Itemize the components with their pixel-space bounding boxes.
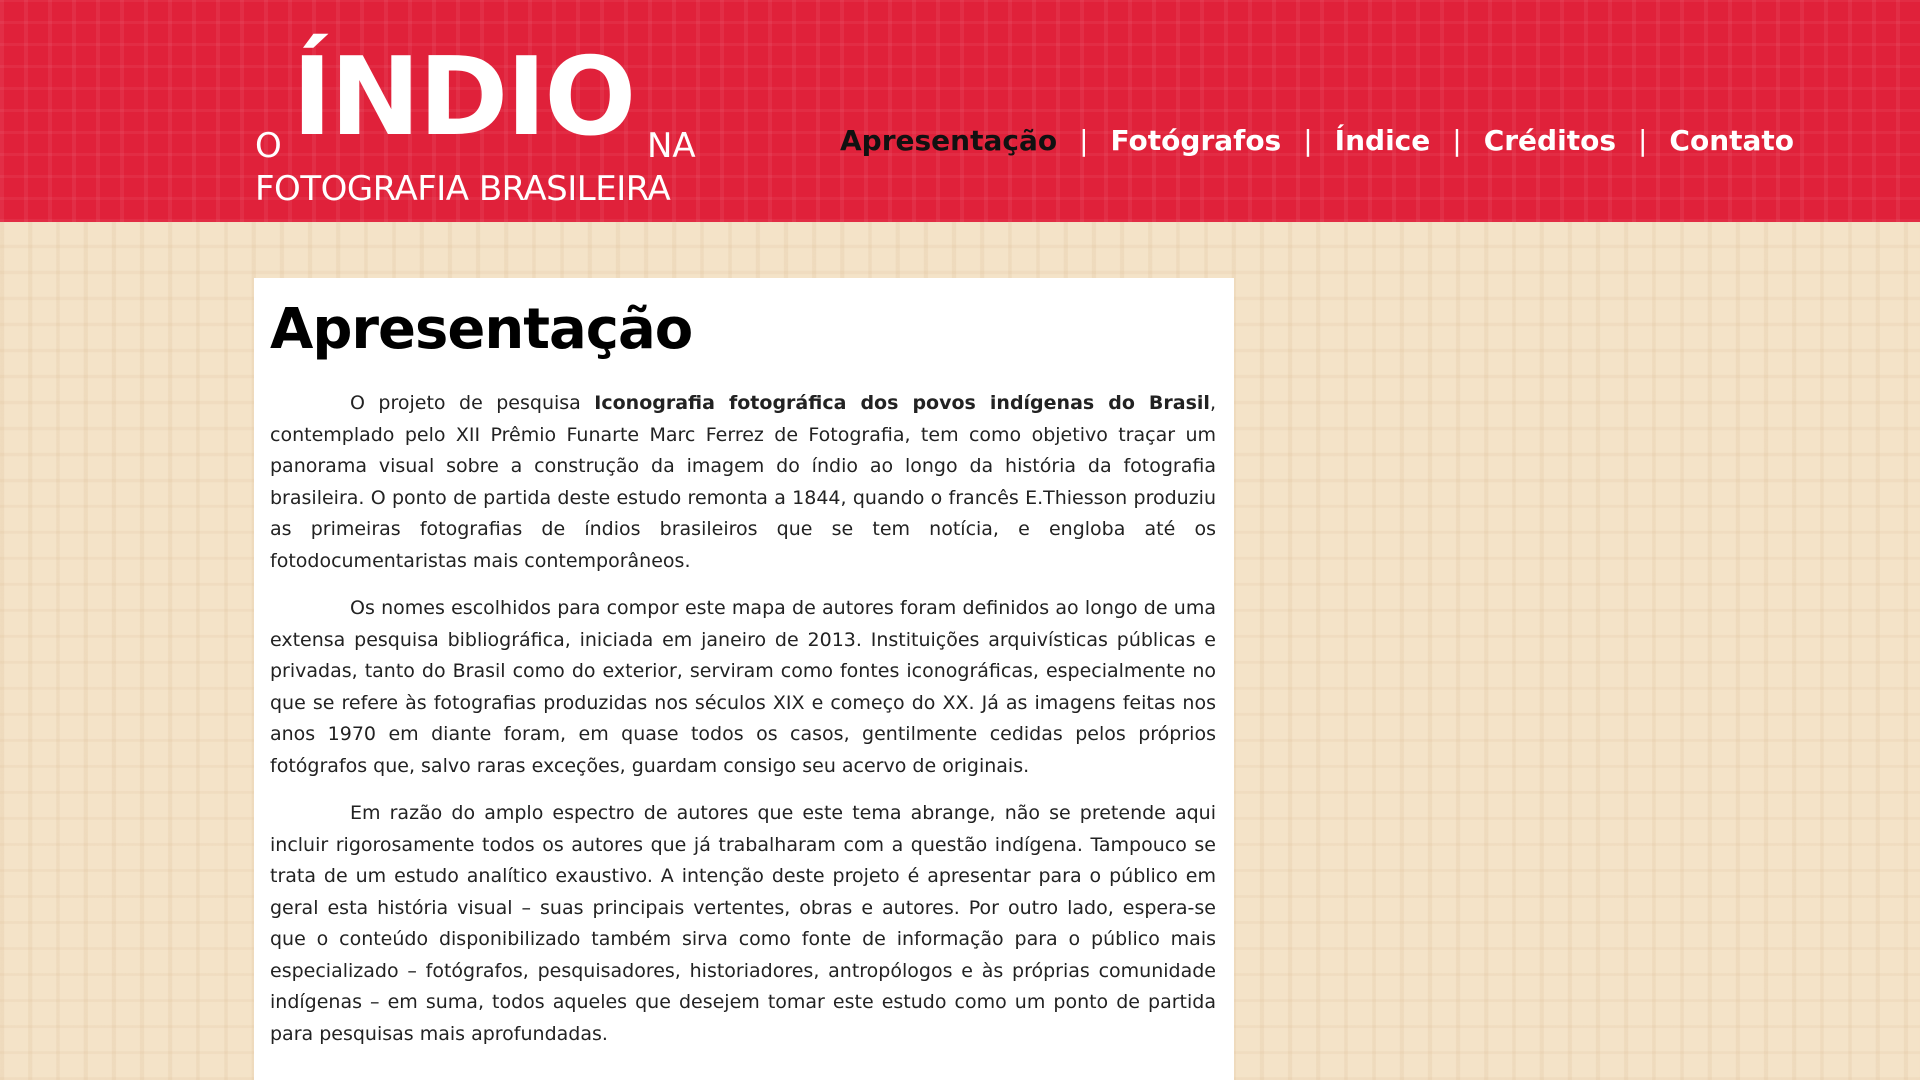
site-header: O ÍNDIO NA FOTOGRAFIA BRASILEIRA Apresen… <box>0 0 1920 222</box>
nav-link-fotografos[interactable]: Fotógrafos <box>1111 124 1282 157</box>
logo-word-na: NA <box>647 126 696 166</box>
logo-word-indio: ÍNDIO <box>292 35 636 160</box>
paragraph-intro-start: O projeto de pesquisa <box>350 392 595 414</box>
paragraph-scope: Em razão do amplo espectro de autores qu… <box>270 802 1216 1045</box>
site-logo[interactable]: O ÍNDIO NA FOTOGRAFIA BRASILEIRA <box>252 24 712 207</box>
nav-link-contato[interactable]: Contato <box>1669 124 1794 157</box>
logo-subtitle: FOTOGRAFIA BRASILEIRA <box>255 169 671 209</box>
nav-link-creditos[interactable]: Créditos <box>1484 124 1616 157</box>
nav-link-indice[interactable]: Índice <box>1335 124 1431 157</box>
paragraph-intro-rest: , contemplado pelo XII Prêmio Funarte Ma… <box>270 392 1216 572</box>
nav-separator: | <box>1452 124 1462 157</box>
main-nav: Apresentação | Fotógrafos | Índice | Cré… <box>840 124 1794 157</box>
nav-separator: | <box>1303 124 1313 157</box>
paragraph-authors: Os nomes escolhidos para compor este map… <box>270 597 1216 777</box>
paragraph-intro: O projeto de pesquisa Iconografia fotogr… <box>270 388 1216 577</box>
nav-link-apresentacao[interactable]: Apresentação <box>840 124 1057 157</box>
project-name-bold: Iconografia fotográfica dos povos indíge… <box>594 392 1210 414</box>
logo-word-o: O <box>255 126 282 166</box>
nav-separator: | <box>1637 124 1648 157</box>
nav-separator: | <box>1079 124 1089 157</box>
page-title: Apresentação <box>270 297 693 362</box>
content-panel: Apresentação O projeto de pesquisa Icono… <box>254 278 1234 1080</box>
